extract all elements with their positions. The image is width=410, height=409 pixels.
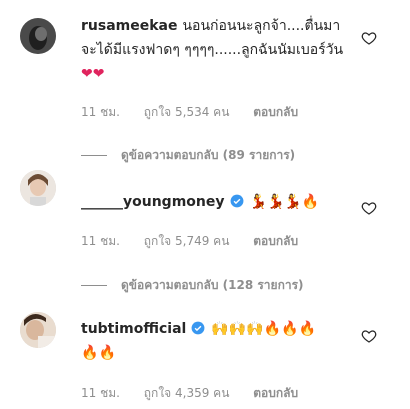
view-replies-label: ดูข้อความตอบกลับ (89 รายการ) bbox=[121, 148, 296, 162]
woman-dancing-icon: 💃 bbox=[249, 194, 267, 210]
view-replies-button[interactable]: ดูข้อความตอบกลับ (89 รายการ) bbox=[81, 146, 295, 165]
profile-photo-icon bbox=[20, 170, 56, 206]
comment-time[interactable]: 11 ชม. bbox=[81, 386, 120, 400]
raising-hands-icon: 🙌 bbox=[246, 321, 264, 337]
comment-username[interactable]: ______youngmoney bbox=[81, 194, 225, 210]
fire-icon: 🔥 bbox=[301, 194, 320, 210]
comment-meta: 11 ชม. ถูกใจ 5,749 คน ตอบกลับ bbox=[81, 232, 318, 251]
comment-meta: 11 ชม. ถูกใจ 4,359 คน ตอบกลับ bbox=[81, 384, 318, 403]
view-replies-label: ดูข้อความตอบกลับ (128 รายการ) bbox=[121, 278, 304, 292]
fire-icon: 🔥 bbox=[263, 321, 282, 337]
comment-username[interactable]: rusameekae bbox=[81, 18, 177, 34]
red-heart-icon: ❤ bbox=[92, 66, 105, 82]
profile-photo-icon bbox=[20, 18, 56, 54]
comment-likes[interactable]: ถูกใจ 4,359 คน bbox=[144, 386, 230, 400]
divider bbox=[81, 285, 107, 286]
verified-badge-icon bbox=[230, 194, 243, 208]
comment-text: ______youngmoney 💃💃💃🔥 bbox=[81, 190, 351, 214]
reply-button[interactable]: ตอบกลับ bbox=[253, 234, 298, 248]
comment-text: rusameekae นอนก่อนนะลูกจ้า....ตื่นมาจะได้… bbox=[81, 14, 351, 86]
woman-dancing-icon: 💃 bbox=[266, 194, 285, 210]
like-heart-icon[interactable] bbox=[361, 30, 377, 46]
fire-icon: 🔥 bbox=[81, 345, 99, 361]
view-replies-button[interactable]: ดูข้อความตอบกลับ (128 รายการ) bbox=[81, 276, 304, 295]
woman-dancing-icon: 💃 bbox=[284, 194, 302, 210]
avatar[interactable] bbox=[20, 170, 56, 206]
comment-text: tubtimofficial 🙌🙌🙌🔥🔥🔥 🔥🔥 bbox=[81, 317, 351, 365]
comment-meta: 11 ชม. ถูกใจ 5,534 คน ตอบกลับ bbox=[81, 103, 318, 122]
avatar[interactable] bbox=[20, 18, 56, 54]
red-heart-icon: ❤ bbox=[81, 66, 93, 82]
like-heart-icon[interactable] bbox=[361, 200, 377, 216]
comment-time[interactable]: 11 ชม. bbox=[81, 234, 120, 248]
profile-photo-icon bbox=[20, 312, 56, 348]
comment-likes[interactable]: ถูกใจ 5,749 คน bbox=[144, 234, 230, 248]
fire-icon: 🔥 bbox=[298, 321, 316, 337]
reply-button[interactable]: ตอบกลับ bbox=[253, 105, 298, 119]
comment-likes[interactable]: ถูกใจ 5,534 คน bbox=[144, 105, 230, 119]
reply-button[interactable]: ตอบกลับ bbox=[253, 386, 298, 400]
raising-hands-icon: 🙌 bbox=[211, 321, 229, 337]
fire-icon: 🔥 bbox=[98, 345, 116, 361]
raising-hands-icon: 🙌 bbox=[228, 321, 247, 337]
comment-username[interactable]: tubtimofficial bbox=[81, 321, 186, 337]
divider bbox=[81, 155, 107, 156]
verified-badge-icon bbox=[191, 321, 205, 335]
like-heart-icon[interactable] bbox=[361, 328, 377, 344]
comment-time[interactable]: 11 ชม. bbox=[81, 105, 120, 119]
avatar[interactable] bbox=[20, 312, 56, 348]
fire-icon: 🔥 bbox=[281, 321, 299, 337]
